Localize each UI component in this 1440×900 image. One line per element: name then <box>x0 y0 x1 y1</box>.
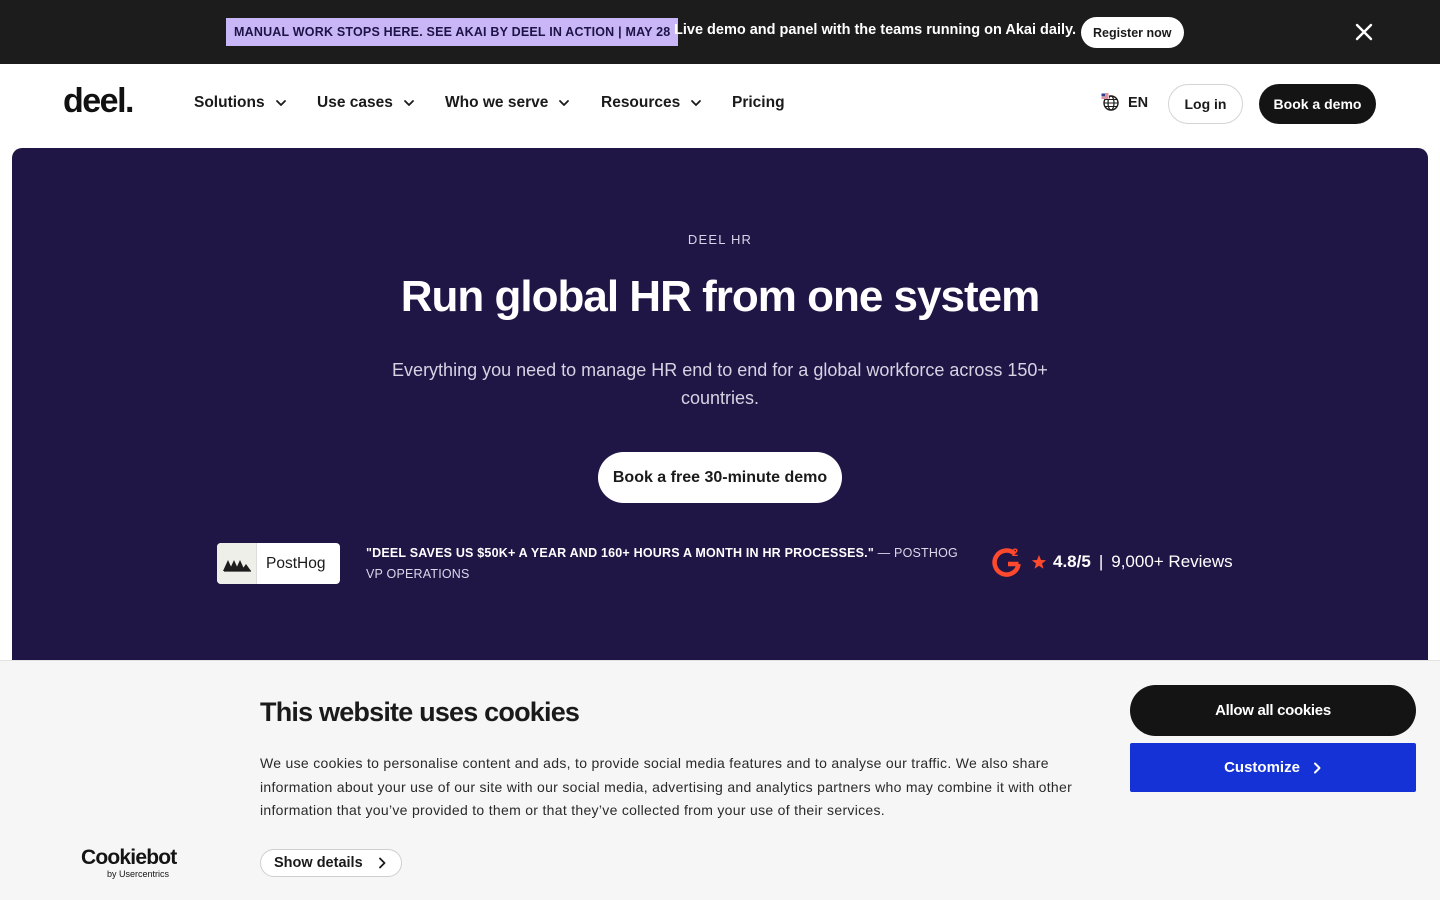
nav-use-cases[interactable]: Use cases <box>317 94 415 112</box>
chevron-down-icon <box>691 100 702 106</box>
g2-separator: | <box>1098 552 1104 571</box>
customer-quote: "DEEL SAVES US $50K+ A YEAR AND 160+ HOU… <box>366 543 966 585</box>
register-now-button[interactable]: Register now <box>1081 17 1184 48</box>
svg-text:2: 2 <box>1012 547 1018 559</box>
nav-label: Pricing <box>732 94 785 111</box>
log-in-button[interactable]: Log in <box>1168 84 1243 124</box>
hero-section: DEEL HR Run global HR from one system Ev… <box>12 148 1428 668</box>
book-free-demo-button[interactable]: Book a free 30-minute demo <box>598 452 842 503</box>
nav-who-we-serve[interactable]: Who we serve <box>445 94 570 112</box>
cookie-body: We use cookies to personalise content an… <box>260 755 1073 818</box>
close-icon[interactable] <box>1352 20 1376 44</box>
cookie-banner: Cookiebot by Usercentrics This website u… <box>0 660 1440 900</box>
announcement-tag[interactable]: MANUAL WORK STOPS HERE. SEE AKAI BY DEEL… <box>226 18 679 46</box>
posthog-logo-icon <box>217 543 257 584</box>
hero-headline: Run global HR from one system <box>400 272 1040 321</box>
cookiebot-brand-sub: by Usercentrics <box>107 869 170 879</box>
show-details-label: Show details <box>274 855 363 871</box>
hero-eyebrow: DEEL HR <box>687 232 753 247</box>
show-details-button[interactable]: Show details <box>260 849 402 877</box>
cookiebot-brand: Cookiebot <box>81 846 177 869</box>
customize-button[interactable]: Customize <box>1130 743 1416 792</box>
nav-resources[interactable]: Resources <box>601 94 702 112</box>
announcement-message: Live demo and panel with the teams runni… <box>674 22 1077 38</box>
g2-rating[interactable]: 2 4.8/5 | 9,000+ Reviews <box>991 545 1233 579</box>
chevron-down-icon <box>403 100 414 106</box>
chevron-down-icon <box>559 100 570 106</box>
chevron-right-icon <box>378 857 386 869</box>
g2-rating-value: 4.8/5 <box>1053 552 1091 571</box>
star-icon <box>1031 555 1047 569</box>
site-header: deel. Solutions Use cases Who we serve R… <box>0 64 1440 148</box>
allow-all-cookies-button[interactable]: Allow all cookies <box>1130 685 1416 736</box>
language-selector[interactable]: EN <box>1101 93 1148 112</box>
nav-pricing[interactable]: Pricing <box>732 94 785 112</box>
book-a-demo-button[interactable]: Book a demo <box>1259 84 1376 124</box>
customer-logo-card: PostHog <box>217 543 340 584</box>
nav-solutions[interactable]: Solutions <box>194 94 287 112</box>
cookiebot-logo: Cookiebot by Usercentrics <box>81 846 177 880</box>
quote-text: "DEEL SAVES US $50K+ A YEAR AND 160+ HOU… <box>366 546 874 560</box>
announcement-bar: MANUAL WORK STOPS HERE. SEE AKAI BY DEEL… <box>0 0 1440 64</box>
hero-subtext: Everything you need to manage HR end to … <box>392 360 1048 408</box>
deel-logo[interactable]: deel. <box>63 82 134 121</box>
customize-label: Customize <box>1224 759 1300 776</box>
nav-label: Use cases <box>317 94 393 111</box>
chevron-right-icon <box>1313 762 1321 773</box>
g2-logo-icon: 2 <box>992 547 1021 577</box>
customer-name: PostHog <box>266 554 326 572</box>
nav-label: Solutions <box>194 94 265 111</box>
cookie-title: This website uses cookies <box>260 697 580 727</box>
g2-review-count: 9,000+ Reviews <box>1111 552 1233 571</box>
language-label: EN <box>1128 94 1149 111</box>
nav-label: Who we serve <box>445 94 549 111</box>
globe-flag-icon <box>1101 93 1119 111</box>
chevron-down-icon <box>275 100 286 106</box>
nav-label: Resources <box>601 94 681 111</box>
